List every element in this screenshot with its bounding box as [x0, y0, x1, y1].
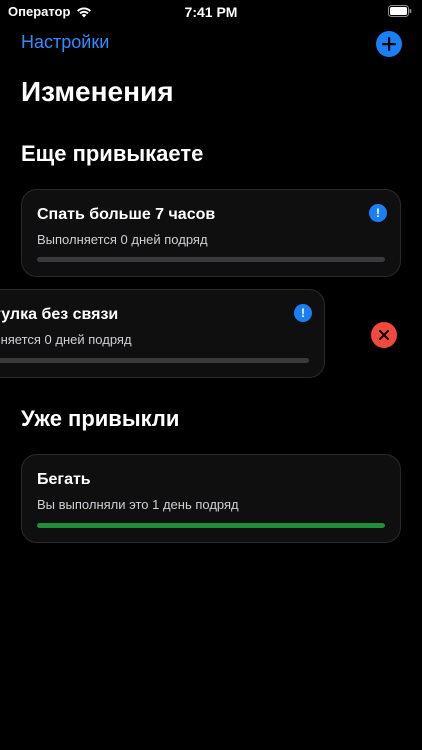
habit-progress-fill: [37, 523, 385, 528]
status-time: 7:41 PM: [184, 4, 238, 20]
battery-icon: [388, 5, 412, 17]
habit-subtitle: лняется 0 дней подряд: [0, 332, 132, 347]
settings-back-link[interactable]: Настройки: [21, 32, 109, 53]
habit-title: тулка без связи: [0, 306, 119, 323]
habit-subtitle: Выполняется 0 дней подряд: [37, 232, 208, 247]
habit-progress: [37, 257, 385, 262]
habit-progress: [37, 523, 385, 528]
exclamation-icon[interactable]: !: [369, 204, 387, 222]
habit-progress: [0, 358, 309, 363]
status-bar: Оператор 7:41 PM: [0, 0, 422, 24]
plus-icon: [382, 37, 396, 51]
section-title-forming: Еще привыкаете: [21, 141, 204, 166]
habit-card-swiped[interactable]: тулка без связи лняется 0 дней подряд !: [0, 289, 325, 378]
section-title-formed: Уже привыкли: [21, 406, 180, 431]
screen: Оператор 7:41 PM Настройки Изменения Еще…: [0, 0, 422, 750]
habit-title: Бегать: [37, 471, 91, 488]
exclamation-icon[interactable]: !: [294, 304, 312, 322]
habit-title: Спать больше 7 часов: [37, 206, 216, 223]
habit-subtitle: Вы выполняли это 1 день подряд: [37, 497, 239, 512]
habit-card[interactable]: Бегать Вы выполняли это 1 день подряд: [21, 454, 401, 543]
habit-card[interactable]: Спать больше 7 часов Выполняется 0 дней …: [21, 189, 401, 277]
close-icon: [379, 330, 389, 340]
page-title: Изменения: [21, 76, 174, 107]
delete-button[interactable]: [371, 322, 397, 348]
add-button[interactable]: [376, 31, 402, 57]
